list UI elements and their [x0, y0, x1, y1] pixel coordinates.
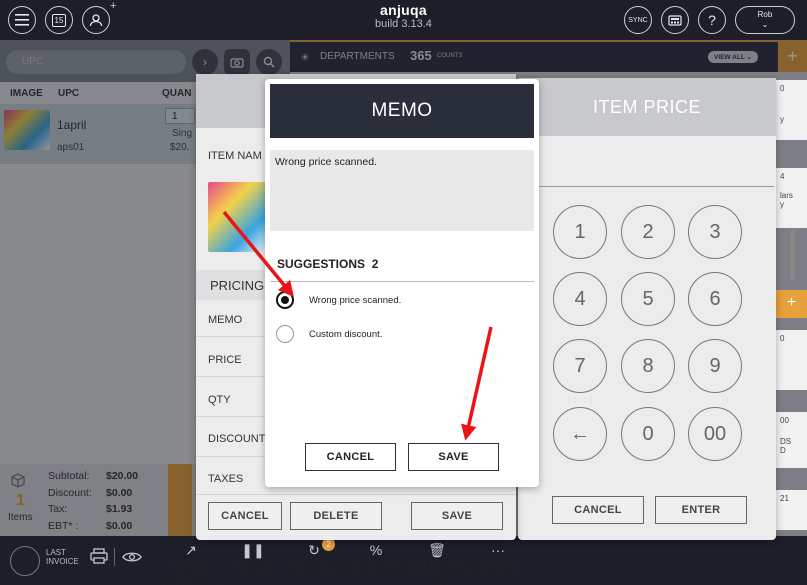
annotation-arrows — [222, 210, 493, 441]
arrow-to-suggestion — [222, 210, 295, 298]
arrow-to-save — [461, 326, 493, 441]
